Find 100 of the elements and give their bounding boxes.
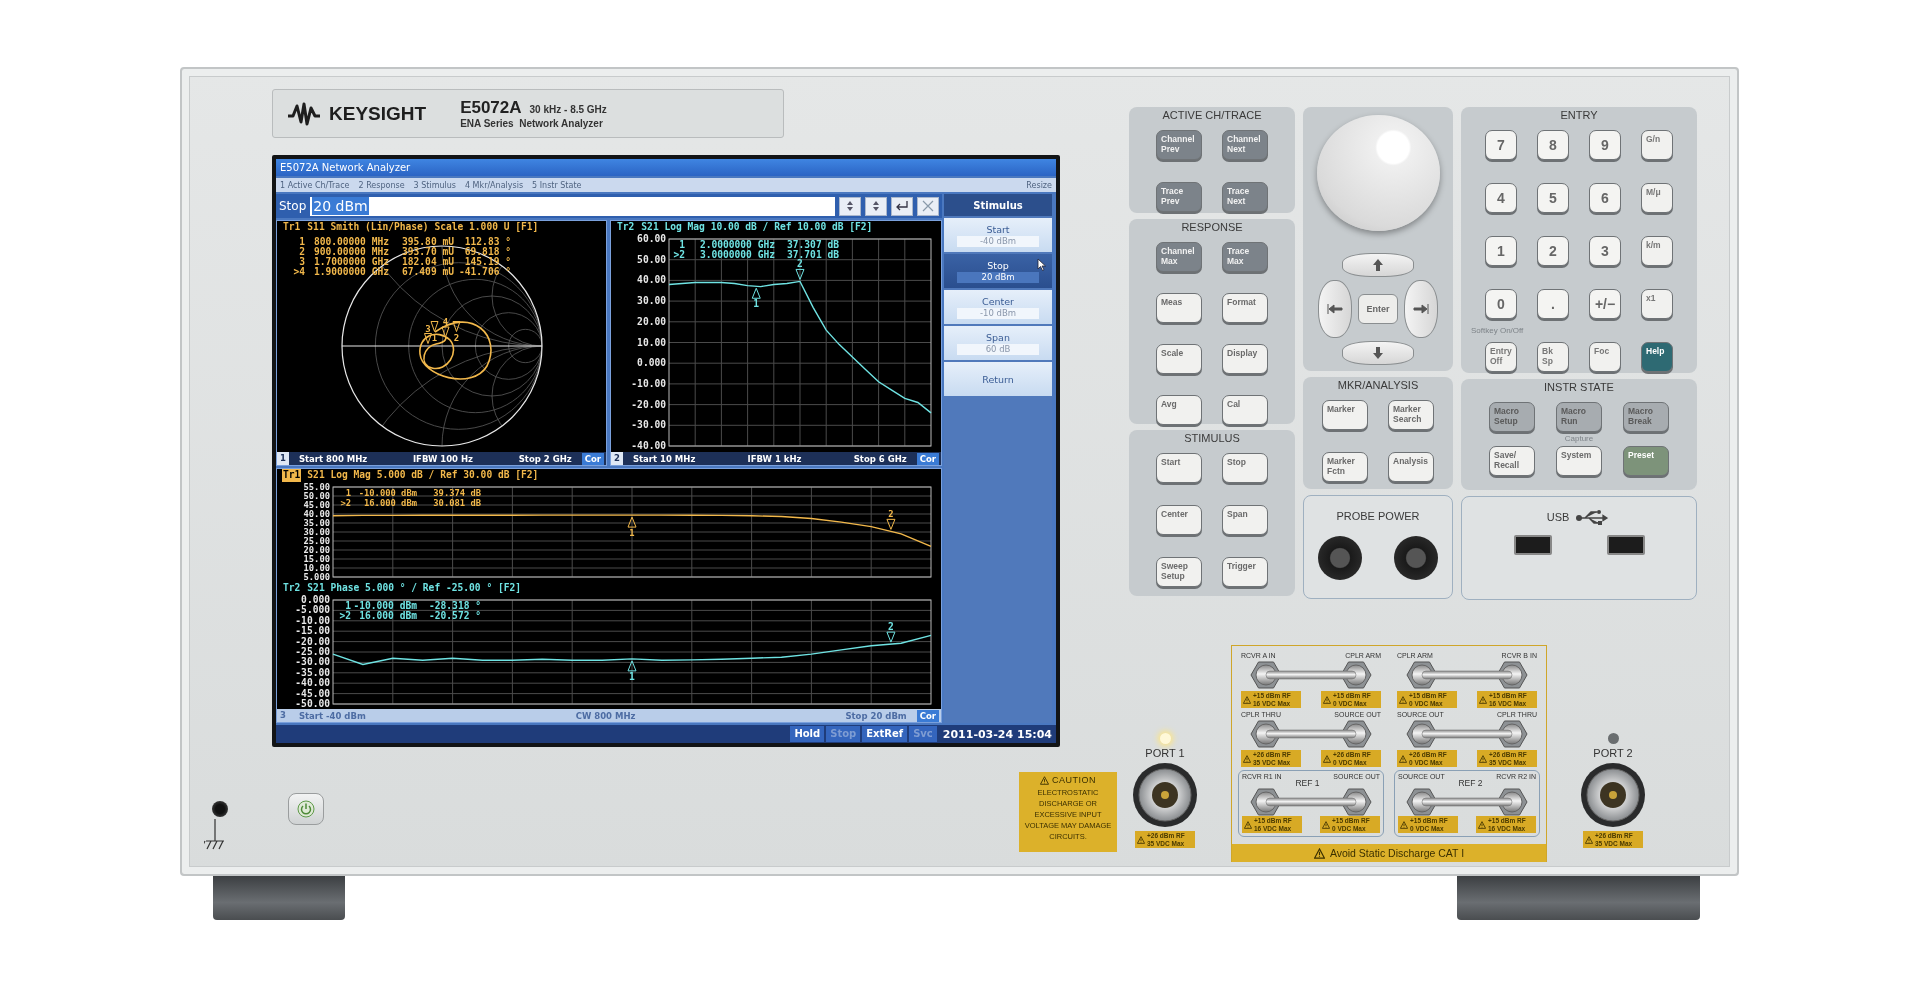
key[interactable]: Span: [1222, 505, 1268, 535]
key[interactable]: Scale: [1156, 344, 1202, 374]
key[interactable]: 6: [1589, 183, 1621, 213]
key[interactable]: Trigger: [1222, 557, 1268, 587]
group-label: REF 2: [1458, 778, 1483, 788]
trace-title: S21 Log Mag 5.000 dB / Ref 30.00 dB [F2]: [307, 469, 539, 482]
key[interactable]: 4: [1485, 183, 1517, 213]
menu-item[interactable]: 3 Stimulus: [413, 180, 456, 190]
key[interactable]: k/m: [1641, 236, 1673, 266]
key[interactable]: Channel Max: [1156, 242, 1202, 272]
key[interactable]: M/μ: [1641, 183, 1673, 213]
marker-id: 1: [299, 236, 305, 247]
section-title: PROBE POWER: [1336, 509, 1420, 524]
key[interactable]: G/n: [1641, 130, 1673, 160]
key[interactable]: 1: [1485, 236, 1517, 266]
softkey[interactable]: Start -40 dBm: [944, 218, 1052, 252]
tick-label: -10.00: [631, 377, 666, 389]
key[interactable]: 8: [1537, 130, 1569, 160]
trace-tag: Tr2: [616, 221, 636, 234]
key[interactable]: Sweep Setup: [1156, 557, 1202, 587]
key[interactable]: Save/ Recall: [1489, 446, 1535, 476]
caution-title: CAUTION: [1052, 775, 1096, 785]
marker-id: 1: [679, 239, 685, 250]
resize-button[interactable]: Resize: [1026, 180, 1052, 190]
menu-item[interactable]: 5 Instr State: [532, 180, 582, 190]
entry-field[interactable]: 20 dBm: [310, 196, 835, 216]
key[interactable]: 2: [1537, 236, 1569, 266]
trace-title: S21 Log Mag 10.00 dB / Ref 10.00 dB [F2]: [641, 221, 873, 234]
key[interactable]: Preset: [1623, 446, 1669, 476]
tick-label: 15.00: [303, 554, 330, 564]
marker-id: 3: [299, 256, 305, 267]
key[interactable]: Foc: [1589, 342, 1621, 372]
key[interactable]: +/−: [1589, 289, 1621, 319]
key[interactable]: System: [1556, 446, 1602, 476]
marker-value: 112.83 °: [464, 236, 511, 247]
key-hint: Softkey On/Off: [1470, 325, 1525, 337]
key[interactable]: Trace Prev: [1156, 182, 1202, 212]
key[interactable]: Marker: [1322, 400, 1368, 430]
key[interactable]: Start: [1156, 453, 1202, 483]
menu-item[interactable]: 4 Mkr/Analysis: [464, 180, 524, 190]
key[interactable]: Marker Fctn: [1322, 452, 1368, 482]
section-title: ACTIVE CH/TRACE: [1162, 108, 1262, 123]
key[interactable]: Trace Max: [1222, 242, 1268, 272]
key[interactable]: Analysis: [1388, 452, 1434, 482]
key[interactable]: Macro Run: [1556, 402, 1602, 432]
softkey[interactable]: Span 60 dB: [944, 326, 1052, 360]
tick-label: 20.00: [637, 315, 666, 327]
key[interactable]: 9: [1589, 130, 1621, 160]
correction-indicator: Cor: [581, 452, 604, 465]
start-value: Start 800 MHz: [298, 453, 368, 464]
marker-number: 2: [888, 621, 894, 633]
softkey[interactable]: Return: [944, 362, 1052, 396]
key[interactable]: Trace Next: [1222, 182, 1268, 212]
marker-id: 1: [345, 488, 351, 498]
key[interactable]: Marker Search: [1388, 400, 1434, 430]
menu-item[interactable]: 2 Response: [358, 180, 405, 190]
key[interactable]: Stop: [1222, 453, 1268, 483]
key[interactable]: Format: [1222, 293, 1268, 323]
key[interactable]: Bk Sp: [1537, 342, 1569, 372]
brand-name: KEYSIGHT: [329, 102, 427, 125]
window-title: E5072A Network Analyzer: [276, 159, 1056, 176]
section-title: STIMULUS: [1184, 431, 1240, 446]
marker-value: -28.318 °: [429, 600, 481, 611]
marker-id: >2: [340, 498, 351, 508]
marker-stimulus: 2.0000000 GHz: [699, 239, 775, 250]
key[interactable]: 5: [1537, 183, 1569, 213]
key[interactable]: Meas: [1156, 293, 1202, 323]
banner-text: Avoid Static Discharge CAT I: [1329, 847, 1465, 859]
key[interactable]: Cal: [1222, 395, 1268, 425]
key[interactable]: 0: [1485, 289, 1517, 319]
key[interactable]: Center: [1156, 505, 1202, 535]
menu-item[interactable]: 1 Active Ch/Trace: [280, 180, 350, 190]
key[interactable]: Channel Prev: [1156, 130, 1202, 160]
key[interactable]: Display: [1222, 344, 1268, 374]
marker-stimulus: 1.7000000 GHz: [313, 256, 389, 267]
key[interactable]: Entry Off: [1485, 342, 1517, 372]
key[interactable]: Help: [1641, 342, 1673, 372]
key[interactable]: 3: [1589, 236, 1621, 266]
key[interactable]: 7: [1485, 130, 1517, 160]
key[interactable]: x1: [1641, 289, 1673, 319]
tick-label: -40.00: [631, 440, 666, 451]
key[interactable]: .: [1537, 289, 1569, 319]
tick-label: 55.00: [303, 482, 330, 492]
enter-key[interactable]: Enter: [1358, 294, 1398, 324]
tick-label: -30.00: [631, 419, 666, 431]
tick-label: -45.00: [295, 687, 330, 699]
marker-value: 67.409 mU: [402, 266, 454, 277]
tick-label: -25.00: [295, 646, 330, 657]
key[interactable]: Avg: [1156, 395, 1202, 425]
key[interactable]: Macro Setup: [1489, 402, 1535, 432]
key[interactable]: Macro Break: [1623, 402, 1669, 432]
key-hint: Capture: [1564, 433, 1594, 445]
tick-label: -20.00: [631, 398, 666, 410]
trace-tag: Tr1: [282, 221, 302, 234]
key[interactable]: Channel Next: [1222, 130, 1268, 160]
section-title: ENTRY: [1560, 108, 1598, 123]
marker-value: -41.706 °: [459, 266, 511, 277]
softkey[interactable]: Stop 20 dBm: [944, 254, 1052, 288]
softkey[interactable]: Center -10 dBm: [944, 290, 1052, 324]
tick-label: 35.00: [303, 518, 330, 528]
